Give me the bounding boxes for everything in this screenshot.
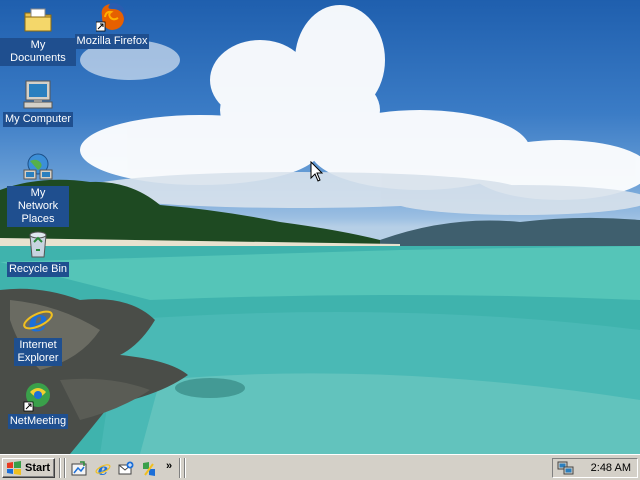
wallpaper <box>0 5 640 454</box>
desktop-icon-my-documents[interactable]: My Documents <box>0 4 76 66</box>
quicklaunch-windows-media[interactable] <box>140 460 158 478</box>
desktop-icon-label: My Network Places <box>7 186 69 227</box>
quicklaunch-internet-explorer[interactable]: e <box>94 460 112 478</box>
quicklaunch-outlook-express[interactable] <box>117 460 135 478</box>
taskbar-separator <box>64 458 66 478</box>
quicklaunch-show-desktop[interactable] <box>70 460 88 478</box>
taskbar-separator <box>184 458 186 478</box>
desktop-icon-recycle-bin[interactable]: Recycle Bin <box>0 228 76 277</box>
desktop-icon-label: Mozilla Firefox <box>74 34 150 49</box>
netmeeting-icon <box>23 383 50 412</box>
internet-explorer-icon: e <box>23 304 53 336</box>
clock[interactable]: 2:48 AM <box>591 462 631 474</box>
computer-icon <box>23 80 53 109</box>
desktop-icon-my-network-places[interactable]: My Network Places <box>0 152 76 227</box>
taskbar-separator <box>59 458 61 478</box>
svg-text:e: e <box>98 461 108 477</box>
firefox-icon <box>96 3 126 32</box>
desktop[interactable]: My Documents Mozilla Firefox My Computer <box>0 0 640 454</box>
taskbar-separator <box>179 458 181 478</box>
desktop-icon-mozilla-firefox[interactable]: Mozilla Firefox <box>74 0 150 49</box>
desktop-icon-netmeeting[interactable]: NetMeeting <box>0 380 76 429</box>
folder-documents-icon <box>24 8 52 32</box>
network-places-icon <box>23 153 53 180</box>
windows-media-icon <box>143 462 155 476</box>
recycle-bin-icon <box>29 231 47 258</box>
desktop-icon-label: My Documents <box>0 38 76 66</box>
internet-explorer-icon: e <box>95 461 111 477</box>
desktop-icon-my-computer[interactable]: My Computer <box>0 78 76 127</box>
system-tray: 2:48 AM <box>552 458 638 478</box>
start-label: Start <box>25 462 51 474</box>
start-button[interactable]: Start <box>2 458 55 478</box>
outlook-express-icon <box>118 461 134 475</box>
desktop-icon-label: My Computer <box>2 112 74 127</box>
network-connection-icon[interactable] <box>557 460 575 476</box>
windows-logo-icon <box>7 461 21 475</box>
quicklaunch-more-button[interactable]: » <box>166 460 172 472</box>
desktop-icon-label: Recycle Bin <box>6 262 70 277</box>
svg-text:e: e <box>28 304 47 336</box>
show-desktop-icon <box>71 461 87 476</box>
desktop-icon-label: NetMeeting <box>7 414 69 429</box>
desktop-icon-label: Internet Explorer <box>14 338 62 366</box>
mouse-cursor-icon <box>310 161 324 182</box>
desktop-icon-internet-explorer[interactable]: e Internet Explorer <box>0 304 76 366</box>
taskbar: Start e » 2:48 AM <box>0 454 640 480</box>
